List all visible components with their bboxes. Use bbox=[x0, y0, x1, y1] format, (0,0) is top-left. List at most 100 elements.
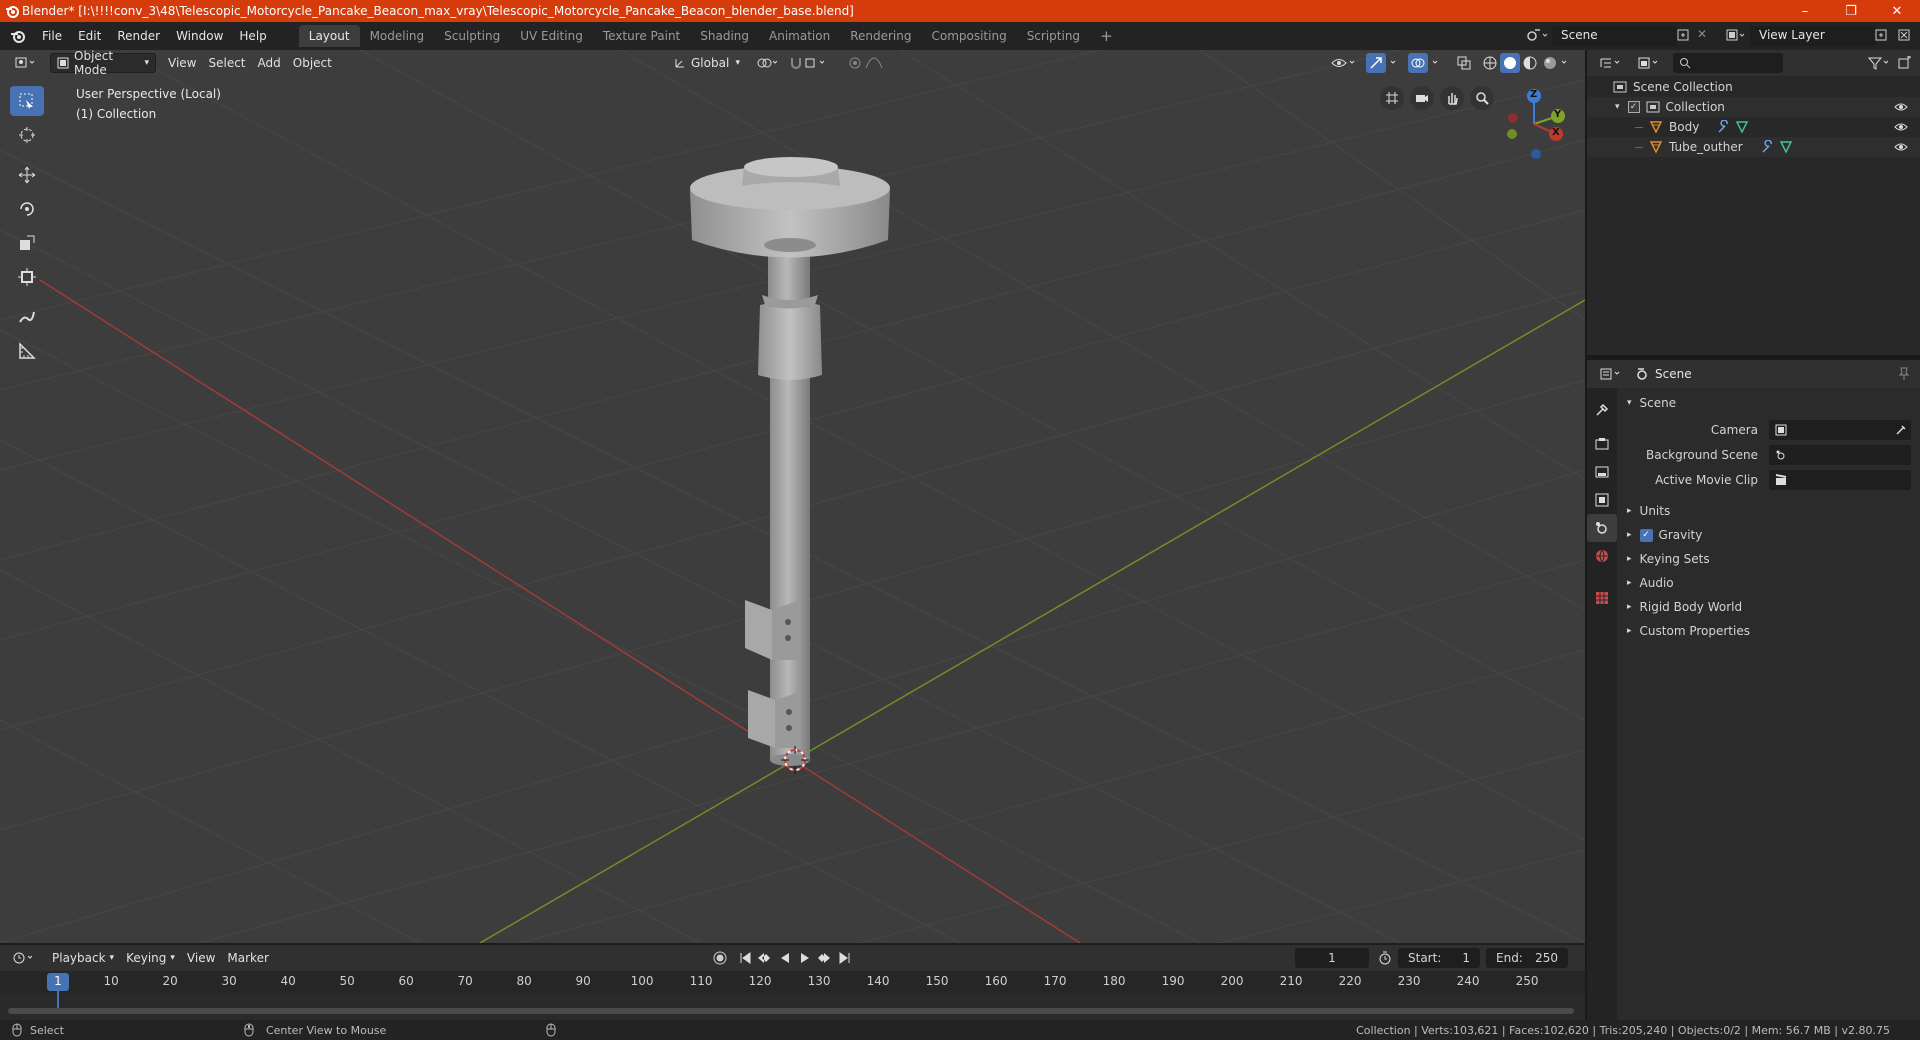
gravity-checkbox[interactable]: ✓ bbox=[1639, 528, 1653, 542]
playback-menu[interactable]: Playback ▾ bbox=[46, 948, 120, 968]
gravity-panel-header[interactable]: ▸ ✓ Gravity bbox=[1617, 524, 1920, 546]
menu-window[interactable]: Window bbox=[168, 29, 231, 43]
gizmo-toggle-icon[interactable] bbox=[1366, 53, 1402, 73]
measure-tool-icon[interactable] bbox=[10, 336, 44, 366]
timeline-scrollbar[interactable] bbox=[8, 1008, 1574, 1014]
eye-icon[interactable] bbox=[1894, 142, 1908, 152]
pan-view-icon[interactable] bbox=[1440, 86, 1464, 110]
play-button[interactable] bbox=[798, 951, 812, 965]
scene-tab-icon[interactable] bbox=[1587, 514, 1617, 542]
view-layer-icon[interactable] bbox=[1725, 28, 1747, 42]
scene-panel-header[interactable]: ▾ Scene bbox=[1617, 392, 1920, 414]
camera-field[interactable] bbox=[1769, 420, 1911, 440]
outliner-row-body[interactable]: Body bbox=[1587, 117, 1920, 137]
mesh-data-icon[interactable] bbox=[1735, 120, 1749, 134]
jump-keyframe-forward-button[interactable] bbox=[816, 951, 832, 965]
keying-menu[interactable]: Keying ▾ bbox=[120, 948, 181, 968]
keying-sets-panel-header[interactable]: ▸ Keying Sets bbox=[1617, 548, 1920, 570]
marker-menu[interactable]: Marker bbox=[221, 948, 274, 968]
record-button[interactable] bbox=[713, 951, 727, 965]
blender-menu-icon[interactable] bbox=[10, 28, 26, 44]
current-frame-field[interactable]: 1 bbox=[1295, 948, 1369, 968]
background-scene-field[interactable] bbox=[1769, 445, 1911, 465]
cursor-tool-icon[interactable] bbox=[10, 120, 44, 150]
rotate-tool-icon[interactable] bbox=[10, 194, 44, 224]
delete-scene-icon[interactable]: ✕ bbox=[1697, 27, 1707, 41]
menu-view[interactable]: View bbox=[162, 53, 202, 73]
xray-toggle-icon[interactable] bbox=[1456, 55, 1472, 71]
eye-icon[interactable] bbox=[1894, 122, 1908, 132]
new-scene-icon[interactable] bbox=[1676, 28, 1690, 42]
delete-view-layer-icon[interactable] bbox=[1897, 28, 1911, 42]
filter-icon[interactable] bbox=[1868, 56, 1894, 70]
properties-editor-icon[interactable] bbox=[1599, 367, 1625, 381]
menu-help[interactable]: Help bbox=[231, 29, 274, 43]
render-tab-icon[interactable] bbox=[1587, 430, 1617, 458]
tab-uv-editing[interactable]: UV Editing bbox=[510, 25, 593, 47]
mesh-data-icon[interactable] bbox=[1779, 140, 1793, 154]
play-reverse-button[interactable] bbox=[778, 951, 792, 965]
menu-render[interactable]: Render bbox=[109, 29, 168, 43]
outliner-row-tube-outher[interactable]: Tube_outher bbox=[1587, 137, 1920, 157]
pivot-icon[interactable] bbox=[756, 56, 782, 70]
end-frame-field[interactable]: End: 250 bbox=[1486, 948, 1568, 968]
transform-tool-icon[interactable] bbox=[10, 262, 44, 292]
shading-material-icon[interactable] bbox=[1522, 55, 1538, 71]
new-collection-icon[interactable] bbox=[1898, 56, 1912, 70]
tab-texture-paint[interactable]: Texture Paint bbox=[593, 25, 690, 47]
eyedropper-icon[interactable] bbox=[1895, 424, 1907, 436]
outliner-editor-icon[interactable] bbox=[1599, 56, 1625, 70]
tool-tab-icon[interactable] bbox=[1587, 396, 1617, 424]
shading-solid-icon[interactable] bbox=[1500, 53, 1520, 73]
proportional-edit-icon[interactable] bbox=[848, 56, 892, 70]
pin-icon[interactable] bbox=[1898, 367, 1910, 381]
timeline-view-menu[interactable]: View bbox=[181, 948, 221, 968]
select-box-tool-icon[interactable] bbox=[10, 86, 44, 116]
orientation-gizmo[interactable]: Z Y X bbox=[1498, 84, 1570, 164]
menu-edit[interactable]: Edit bbox=[70, 29, 109, 43]
3d-viewport[interactable] bbox=[0, 50, 1585, 943]
close-button[interactable]: ✕ bbox=[1874, 0, 1920, 22]
overlays-toggle-icon[interactable] bbox=[1408, 53, 1444, 73]
jump-start-button[interactable] bbox=[738, 951, 752, 965]
expand-arrow-icon[interactable]: ▾ bbox=[1615, 102, 1620, 112]
scale-tool-icon[interactable] bbox=[10, 228, 44, 258]
tab-sculpting[interactable]: Sculpting bbox=[434, 25, 510, 47]
menu-object[interactable]: Object bbox=[287, 53, 338, 73]
units-panel-header[interactable]: ▸ Units bbox=[1617, 500, 1920, 522]
tab-modeling[interactable]: Modeling bbox=[360, 25, 435, 47]
custom-properties-panel-header[interactable]: ▸ Custom Properties bbox=[1617, 620, 1920, 642]
texture-tab-icon[interactable] bbox=[1587, 584, 1617, 612]
display-mode-icon[interactable] bbox=[1637, 56, 1663, 70]
active-movie-clip-field[interactable] bbox=[1769, 470, 1911, 490]
add-workspace-button[interactable]: + bbox=[1090, 23, 1123, 49]
view-layer-tab-icon[interactable] bbox=[1587, 486, 1617, 514]
outliner-row-collection[interactable]: ▾ ✓ Collection bbox=[1587, 97, 1920, 117]
orientation-dropdown[interactable]: Global ▾ bbox=[668, 53, 746, 73]
outliner-search-input[interactable] bbox=[1673, 53, 1783, 73]
menu-select[interactable]: Select bbox=[202, 53, 251, 73]
world-tab-icon[interactable] bbox=[1587, 542, 1617, 570]
collection-checkbox[interactable]: ✓ bbox=[1627, 101, 1640, 113]
mode-dropdown[interactable]: Object Mode ▾ bbox=[50, 49, 156, 77]
outliner-row-scene-collection[interactable]: Scene Collection bbox=[1587, 77, 1920, 97]
eye-icon[interactable] bbox=[1894, 102, 1908, 112]
visibility-icon[interactable] bbox=[1330, 55, 1358, 71]
minimize-button[interactable]: – bbox=[1782, 0, 1828, 22]
zoom-view-icon[interactable] bbox=[1470, 86, 1494, 110]
maximize-button[interactable]: ❐ bbox=[1828, 0, 1874, 22]
camera-view-icon[interactable] bbox=[1410, 86, 1434, 110]
editor-type-icon[interactable] bbox=[8, 53, 44, 73]
grid-view-icon[interactable] bbox=[1380, 86, 1404, 110]
tab-animation[interactable]: Animation bbox=[759, 25, 840, 47]
menu-file[interactable]: File bbox=[34, 29, 70, 43]
jump-keyframe-back-button[interactable] bbox=[756, 951, 772, 965]
output-tab-icon[interactable] bbox=[1587, 458, 1617, 486]
new-view-layer-icon[interactable] bbox=[1874, 28, 1888, 42]
audio-panel-header[interactable]: ▸ Audio bbox=[1617, 572, 1920, 594]
snap-icon[interactable] bbox=[790, 56, 830, 70]
move-tool-icon[interactable] bbox=[10, 160, 44, 190]
jump-end-button[interactable] bbox=[838, 951, 852, 965]
tab-scripting[interactable]: Scripting bbox=[1017, 25, 1090, 47]
scene-selector-icon[interactable] bbox=[1526, 27, 1548, 43]
